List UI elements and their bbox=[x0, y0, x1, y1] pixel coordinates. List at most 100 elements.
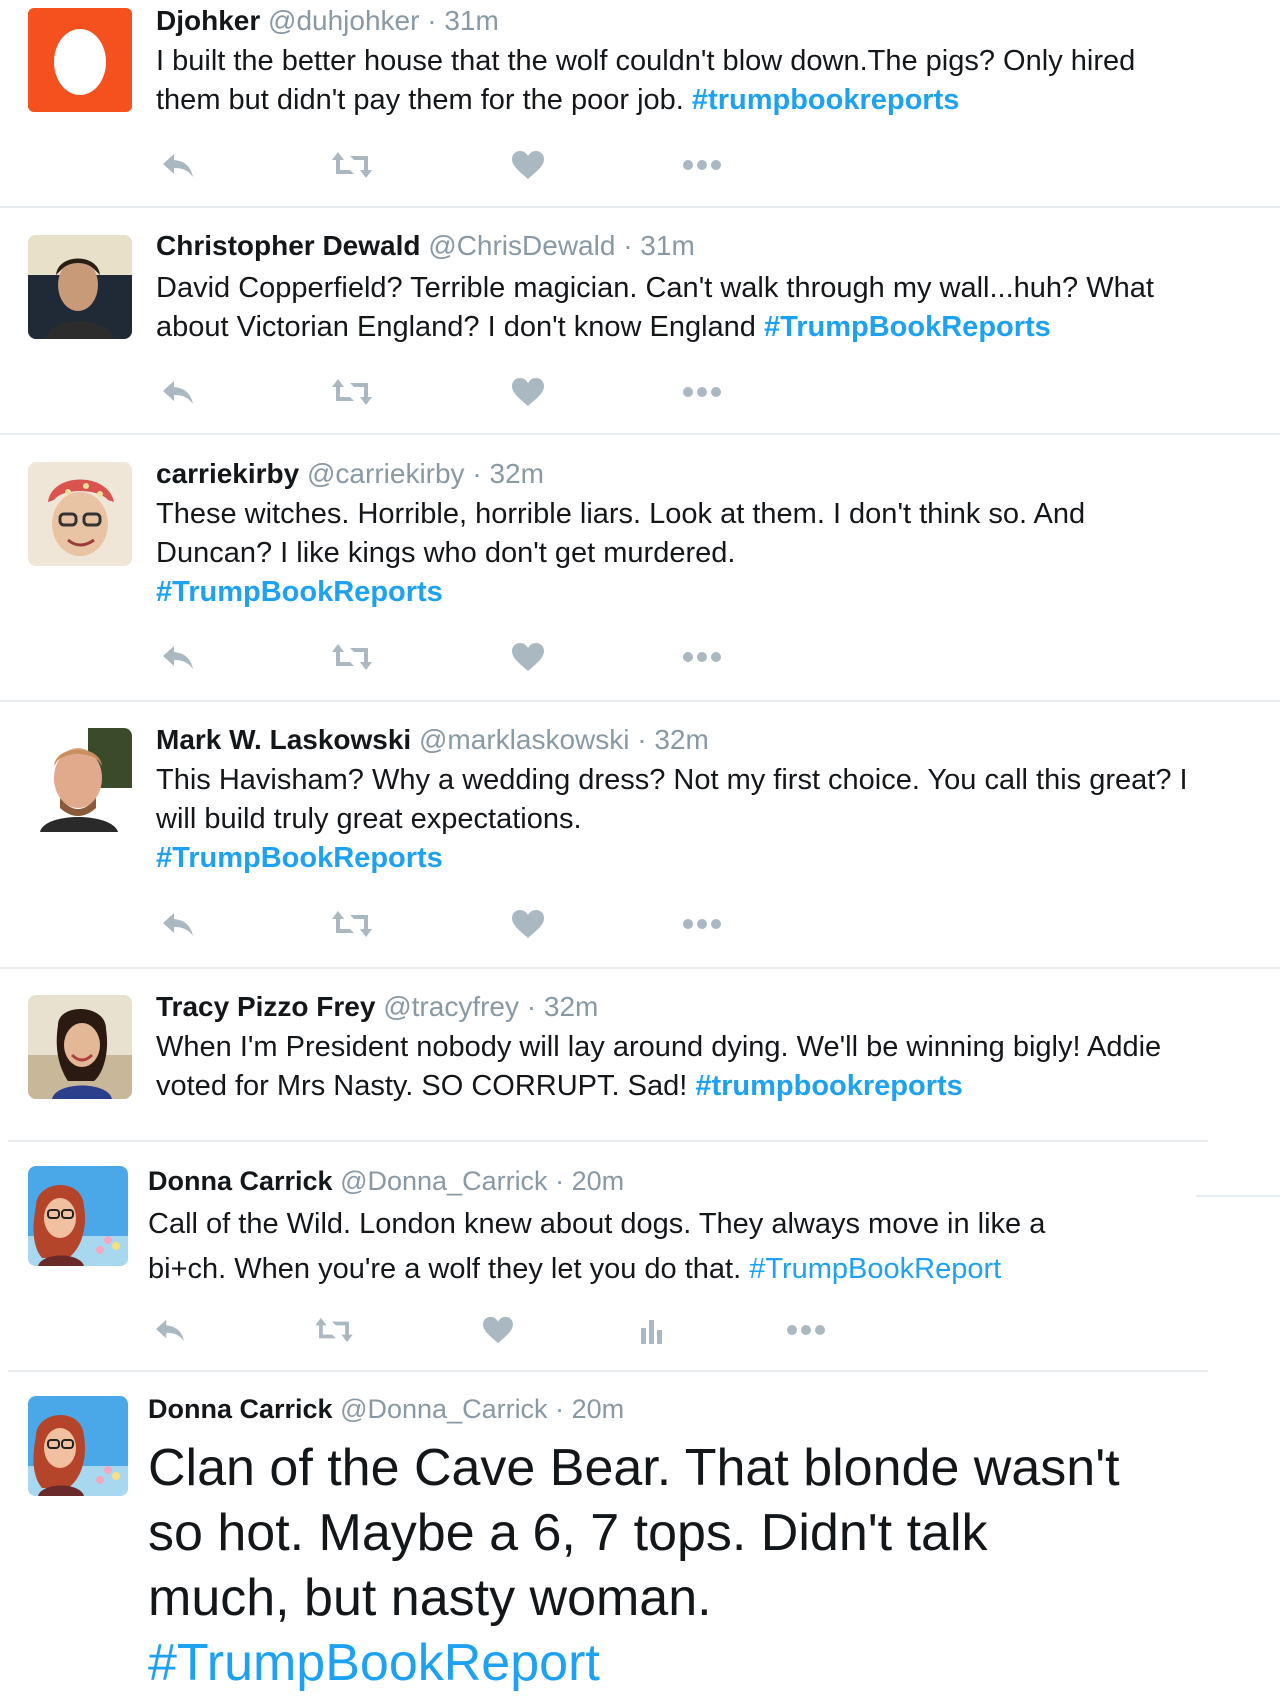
tweet[interactable]: Donna Carrick @Donna_Carrick · 20m Call … bbox=[0, 1142, 1280, 1370]
timestamp[interactable]: 20m bbox=[572, 1394, 625, 1424]
tweet-header: Djohker @duhjohker · 31m bbox=[156, 4, 499, 38]
timestamp[interactable]: 32m bbox=[544, 991, 598, 1022]
timestamp[interactable]: 20m bbox=[572, 1166, 625, 1196]
more-button[interactable] bbox=[680, 904, 724, 944]
more-button[interactable] bbox=[784, 1310, 828, 1350]
avatar[interactable] bbox=[28, 728, 132, 832]
tweet-header: Mark W. Laskowski @marklaskowski · 32m bbox=[156, 723, 709, 757]
like-button[interactable] bbox=[506, 637, 550, 677]
hashtag-link[interactable]: #TrumpBookReport bbox=[148, 1634, 600, 1692]
profile-photo-icon bbox=[28, 462, 132, 566]
tweet-actions bbox=[148, 1310, 868, 1350]
avatar[interactable] bbox=[28, 8, 132, 112]
timestamp[interactable]: 32m bbox=[654, 724, 708, 755]
tweet[interactable]: Christopher Dewald @ChrisDewald · 31m Da… bbox=[0, 207, 1280, 433]
like-button[interactable] bbox=[506, 904, 550, 944]
tweet[interactable]: Djohker @duhjohker · 31m I built the bet… bbox=[0, 0, 1280, 206]
retweet-icon bbox=[332, 644, 372, 670]
tweet[interactable]: Mark W. Laskowski @marklaskowski · 32m T… bbox=[0, 701, 1280, 967]
profile-photo-icon bbox=[28, 1166, 128, 1266]
tweet-actions bbox=[156, 904, 756, 944]
tweet[interactable]: carriekirby @carriekirby · 32m These wit… bbox=[0, 434, 1280, 700]
like-icon bbox=[512, 378, 544, 406]
user-handle[interactable]: @marklaskowski bbox=[419, 724, 629, 755]
more-icon bbox=[787, 1325, 825, 1335]
tweet-expanded[interactable]: Donna Carrick @Donna_Carrick · 20m Clan … bbox=[0, 1372, 1280, 1707]
tweet-actions bbox=[156, 145, 756, 185]
tweet-text: This Havisham? Why a wedding dress? Not … bbox=[156, 761, 1188, 878]
display-name[interactable]: Mark W. Laskowski bbox=[156, 724, 411, 755]
more-button[interactable] bbox=[680, 145, 724, 185]
retweet-icon bbox=[332, 379, 372, 405]
display-name[interactable]: Donna Carrick bbox=[148, 1166, 333, 1196]
retweet-button[interactable] bbox=[330, 904, 374, 944]
tweet-text: Clan of the Cave Bear. That blonde wasn'… bbox=[148, 1436, 1120, 1696]
hashtag-link[interactable]: #TrumpBookReports bbox=[764, 311, 1051, 343]
hashtag-link[interactable]: #trumpbookreports bbox=[695, 1070, 962, 1102]
like-button[interactable] bbox=[476, 1310, 520, 1350]
avatar[interactable] bbox=[28, 1396, 128, 1496]
reply-icon bbox=[163, 154, 193, 177]
avatar[interactable] bbox=[28, 1166, 128, 1266]
analytics-icon bbox=[641, 1320, 662, 1344]
reply-button[interactable] bbox=[156, 145, 200, 185]
separator: · bbox=[637, 724, 647, 755]
tweet-text: Call of the Wild. London knew about dogs… bbox=[148, 1202, 1045, 1292]
avatar[interactable] bbox=[28, 995, 132, 1099]
display-name[interactable]: carriekirby bbox=[156, 458, 299, 489]
user-handle[interactable]: @Donna_Carrick bbox=[340, 1166, 547, 1196]
like-icon bbox=[512, 643, 544, 671]
more-icon bbox=[683, 919, 721, 929]
tweet-text: When I'm President nobody will lay aroun… bbox=[156, 1028, 1161, 1106]
tweet-text-content: Clan of the Cave Bear. That blonde wasn'… bbox=[148, 1439, 1120, 1627]
hashtag-link[interactable]: #trumpbookreports bbox=[692, 84, 959, 116]
more-button[interactable] bbox=[680, 637, 724, 677]
more-button[interactable] bbox=[680, 372, 724, 412]
tweet-actions bbox=[156, 637, 756, 677]
hashtag-link[interactable]: #TrumpBookReports bbox=[156, 576, 443, 608]
user-handle[interactable]: @ChrisDewald bbox=[428, 230, 615, 261]
retweet-button[interactable] bbox=[330, 372, 374, 412]
user-handle[interactable]: @Donna_Carrick bbox=[340, 1394, 547, 1424]
display-name[interactable]: Donna Carrick bbox=[148, 1394, 333, 1424]
reply-button[interactable] bbox=[156, 637, 200, 677]
reply-icon bbox=[163, 913, 193, 936]
reply-button[interactable] bbox=[156, 372, 200, 412]
profile-photo-icon bbox=[28, 995, 132, 1099]
separator: · bbox=[472, 458, 482, 489]
display-name[interactable]: Christopher Dewald bbox=[156, 230, 420, 261]
reply-icon bbox=[163, 381, 193, 404]
timestamp[interactable]: 31m bbox=[640, 230, 694, 261]
retweet-icon bbox=[315, 1317, 353, 1343]
tweet[interactable]: Tracy Pizzo Frey @tracyfrey · 32m When I… bbox=[0, 968, 1280, 1140]
tweet-header: carriekirby @carriekirby · 32m bbox=[156, 457, 544, 491]
like-button[interactable] bbox=[506, 145, 550, 185]
analytics-button[interactable] bbox=[630, 1310, 674, 1350]
like-button[interactable] bbox=[506, 372, 550, 412]
display-name[interactable]: Tracy Pizzo Frey bbox=[156, 991, 375, 1022]
retweet-button[interactable] bbox=[312, 1310, 356, 1350]
avatar[interactable] bbox=[28, 235, 132, 339]
more-icon bbox=[683, 387, 721, 397]
user-handle[interactable]: @tracyfrey bbox=[383, 991, 519, 1022]
timestamp[interactable]: 32m bbox=[489, 458, 543, 489]
more-icon bbox=[683, 160, 721, 170]
separator: · bbox=[555, 1394, 565, 1424]
user-handle[interactable]: @duhjohker bbox=[268, 5, 419, 36]
reply-button[interactable] bbox=[148, 1310, 192, 1350]
separator: · bbox=[526, 991, 537, 1022]
user-handle[interactable]: @carriekirby bbox=[307, 458, 465, 489]
timestamp[interactable]: 31m bbox=[444, 5, 498, 36]
retweet-button[interactable] bbox=[330, 637, 374, 677]
like-icon bbox=[512, 910, 544, 938]
like-icon bbox=[512, 151, 544, 179]
hashtag-link[interactable]: #TrumpBookReports bbox=[156, 842, 443, 874]
avatar[interactable] bbox=[28, 462, 132, 566]
like-icon bbox=[483, 1316, 513, 1344]
reply-icon bbox=[156, 1319, 184, 1342]
tweet-actions bbox=[156, 372, 756, 412]
hashtag-link[interactable]: #TrumpBookReport bbox=[749, 1253, 1001, 1285]
retweet-button[interactable] bbox=[330, 145, 374, 185]
reply-button[interactable] bbox=[156, 904, 200, 944]
display-name[interactable]: Djohker bbox=[156, 5, 260, 36]
